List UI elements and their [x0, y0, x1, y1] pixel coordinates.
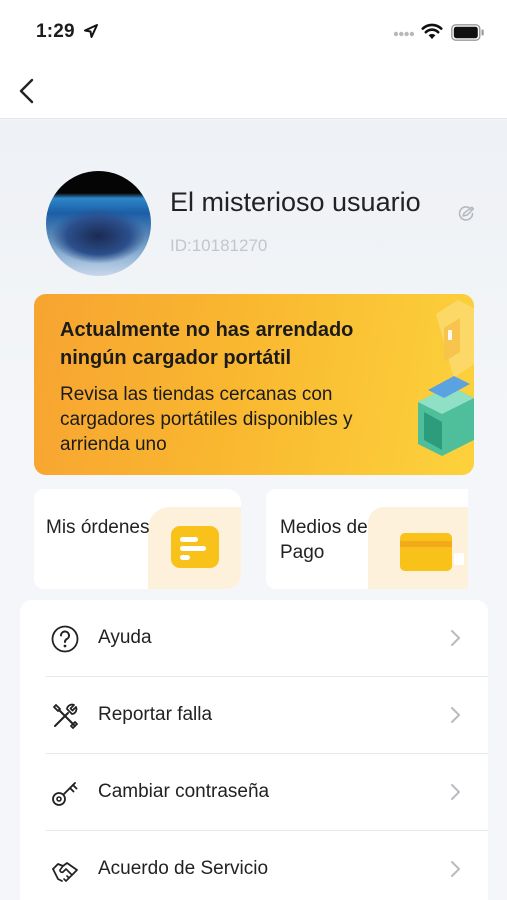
battery-icon [451, 24, 484, 41]
status-bar: 1:29 [0, 0, 507, 62]
chevron-right-icon [451, 630, 460, 646]
banner-text: Revisa las tiendas cercanas con cargador… [60, 384, 353, 455]
user-name: El misterioso usuario [170, 187, 421, 217]
banner-title: Actualmente no has arrendado ningún carg… [60, 319, 354, 369]
key-icon [52, 782, 78, 806]
location-arrow-icon [84, 24, 98, 38]
user-id: ID:10181270 [170, 236, 268, 255]
menu-item-help[interactable]: Ayuda [46, 600, 488, 677]
help-icon [51, 625, 79, 653]
back-chevron-icon[interactable] [16, 76, 40, 106]
chevron-right-icon [451, 707, 460, 723]
menu-label-help: Ayuda [98, 627, 152, 648]
tools-icon [53, 703, 78, 729]
agreement-icon [52, 862, 78, 882]
chevron-right-icon [451, 784, 460, 800]
my-orders-tile[interactable]: Mis órdenes [34, 489, 241, 589]
payment-methods-tile[interactable]: Medios de Pago [266, 489, 468, 589]
menu-label-change-password: Cambiar contraseña [98, 781, 270, 802]
signal-dots-icon [393, 31, 415, 37]
orders-document-icon [171, 526, 219, 568]
navigation-bar [0, 62, 507, 119]
settings-menu: Ayuda Reportar falla Cambiar contraseña [20, 600, 488, 900]
wifi-icon [421, 23, 443, 39]
avatar[interactable] [46, 171, 151, 276]
chevron-right-icon [451, 861, 460, 877]
edit-icon[interactable] [457, 204, 475, 222]
menu-item-report-issue[interactable]: Reportar falla [46, 677, 488, 754]
charger-illustration-icon [418, 300, 474, 456]
payment-methods-label: Medios de Pago [280, 517, 368, 563]
menu-label-report-issue: Reportar falla [98, 704, 213, 725]
menu-item-change-password[interactable]: Cambiar contraseña [46, 754, 488, 831]
rental-status-banner[interactable]: Actualmente no has arrendado ningún carg… [34, 294, 474, 475]
credit-card-icon [400, 533, 464, 571]
status-time: 1:29 [36, 21, 75, 42]
menu-label-service-agreement: Acuerdo de Servicio [98, 858, 269, 879]
my-orders-label: Mis órdenes [46, 517, 150, 538]
menu-item-service-agreement[interactable]: Acuerdo de Servicio [46, 831, 488, 900]
